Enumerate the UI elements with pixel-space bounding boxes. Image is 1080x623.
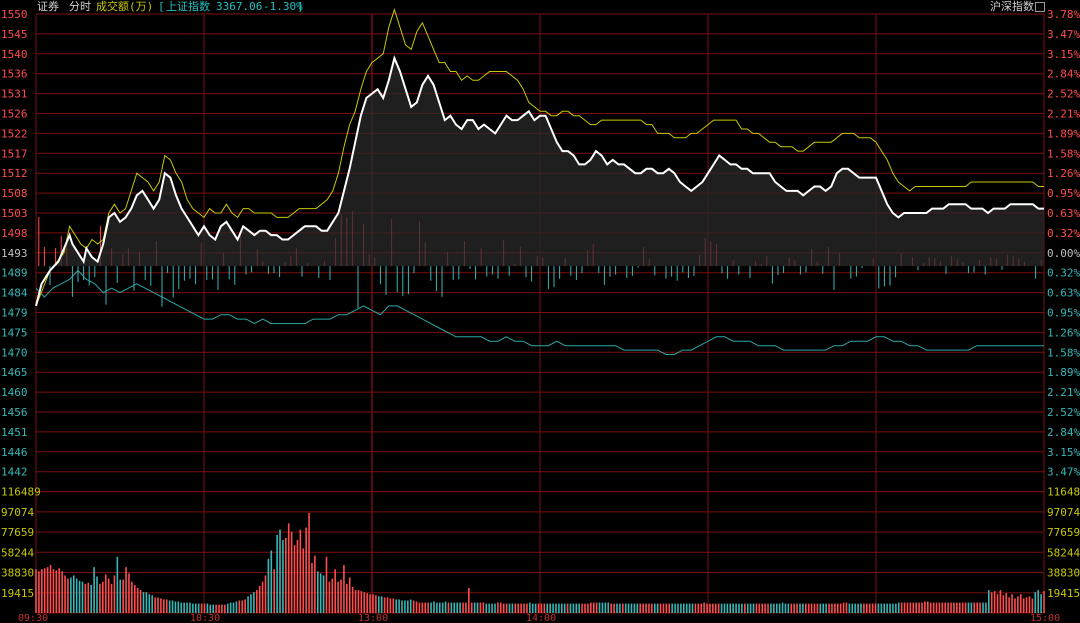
percent-tick-label: 2.84% — [1047, 68, 1080, 81]
time-tick-label: 15:00 — [1030, 613, 1060, 623]
volume-tick-label: 38830 — [1, 567, 34, 580]
price-tick-label: 1522 — [1, 127, 28, 140]
percent-tick-label: 0.95% — [1047, 187, 1080, 200]
percent-tick-label: 1.26% — [1047, 167, 1080, 180]
price-tick-label: 1493 — [1, 247, 28, 260]
percent-tick-label: 3.78% — [1047, 8, 1080, 21]
price-tick-label: 1451 — [1, 426, 28, 439]
volume-tick-label: 38830 — [1047, 567, 1080, 580]
percent-tick-label: 0.95% — [1047, 307, 1080, 320]
percent-tick-label: 1.89% — [1047, 366, 1080, 379]
volume-tick-label: 116489 — [1047, 486, 1080, 499]
time-tick-label: 09:30 — [18, 613, 48, 623]
percent-tick-label: 2.21% — [1047, 108, 1080, 121]
percent-tick-label: 0.63% — [1047, 287, 1080, 300]
percent-tick-label: 0.00% — [1047, 247, 1080, 260]
percent-tick-label: 2.21% — [1047, 386, 1080, 399]
price-tick-label: 1526 — [1, 108, 28, 121]
price-tick-label: 1465 — [1, 366, 28, 379]
volume-tick-label: 58244 — [1047, 546, 1080, 559]
percent-tick-label: 1.89% — [1047, 127, 1080, 140]
price-tick-label: 1545 — [1, 28, 28, 41]
percent-tick-label: 3.47% — [1047, 28, 1080, 41]
percent-tick-label: 3.15% — [1047, 446, 1080, 459]
percent-tick-label: 3.15% — [1047, 48, 1080, 61]
volume-tick-label: 97074 — [1, 506, 34, 519]
intraday-chart[interactable]: 1550 1545 1540 1536 1531 1526 1522 1517 1512 1508… — [0, 0, 1080, 623]
price-tick-label: 1460 — [1, 386, 28, 399]
percent-tick-label: 3.47% — [1047, 466, 1080, 479]
percent-tick-label: 0.32% — [1047, 267, 1080, 280]
price-tick-label: 1531 — [1, 88, 28, 101]
volume-tick-label: 116489 — [1, 486, 41, 499]
percent-tick-label: 2.52% — [1047, 88, 1080, 101]
price-tick-label: 1442 — [1, 466, 28, 479]
time-tick-label: 13:00 — [358, 613, 388, 623]
price-tick-label: 1517 — [1, 147, 28, 160]
time-tick-label: 14:00 — [526, 613, 556, 623]
price-tick-label: 1470 — [1, 346, 28, 359]
price-tick-label: 1550 — [1, 8, 28, 21]
price-tick-label: 1536 — [1, 68, 28, 81]
price-tick-label: 1479 — [1, 307, 28, 320]
percent-tick-label: 1.58% — [1047, 346, 1080, 359]
volume-tick-label: 19415 — [1047, 587, 1080, 600]
percent-tick-label: 1.26% — [1047, 326, 1080, 339]
volume-tick-label: 97074 — [1047, 506, 1080, 519]
volume-tick-label: 19415 — [1, 587, 34, 600]
price-tick-label: 1475 — [1, 326, 28, 339]
percent-tick-label: 2.84% — [1047, 426, 1080, 439]
percent-tick-label: 1.58% — [1047, 147, 1080, 160]
price-tick-label: 1512 — [1, 167, 28, 180]
volume-tick-label: 77659 — [1047, 526, 1080, 539]
grid-lines — [35, 13, 1045, 614]
price-tick-label: 1498 — [1, 227, 28, 240]
volume-tick-label: 77659 — [1, 526, 34, 539]
time-tick-label: 10:30 — [190, 613, 220, 623]
price-tick-label: 1446 — [1, 446, 28, 459]
price-tick-label: 1484 — [1, 287, 28, 300]
percent-tick-label: 0.32% — [1047, 227, 1080, 240]
price-tick-label: 1540 — [1, 48, 28, 61]
price-tick-label: 1508 — [1, 187, 28, 200]
percent-tick-label: 0.63% — [1047, 207, 1080, 220]
price-tick-label: 1489 — [1, 267, 28, 280]
price-tick-label: 1503 — [1, 207, 28, 220]
price-tick-label: 1456 — [1, 406, 28, 419]
volume-tick-label: 58244 — [1, 546, 34, 559]
percent-tick-label: 2.52% — [1047, 406, 1080, 419]
